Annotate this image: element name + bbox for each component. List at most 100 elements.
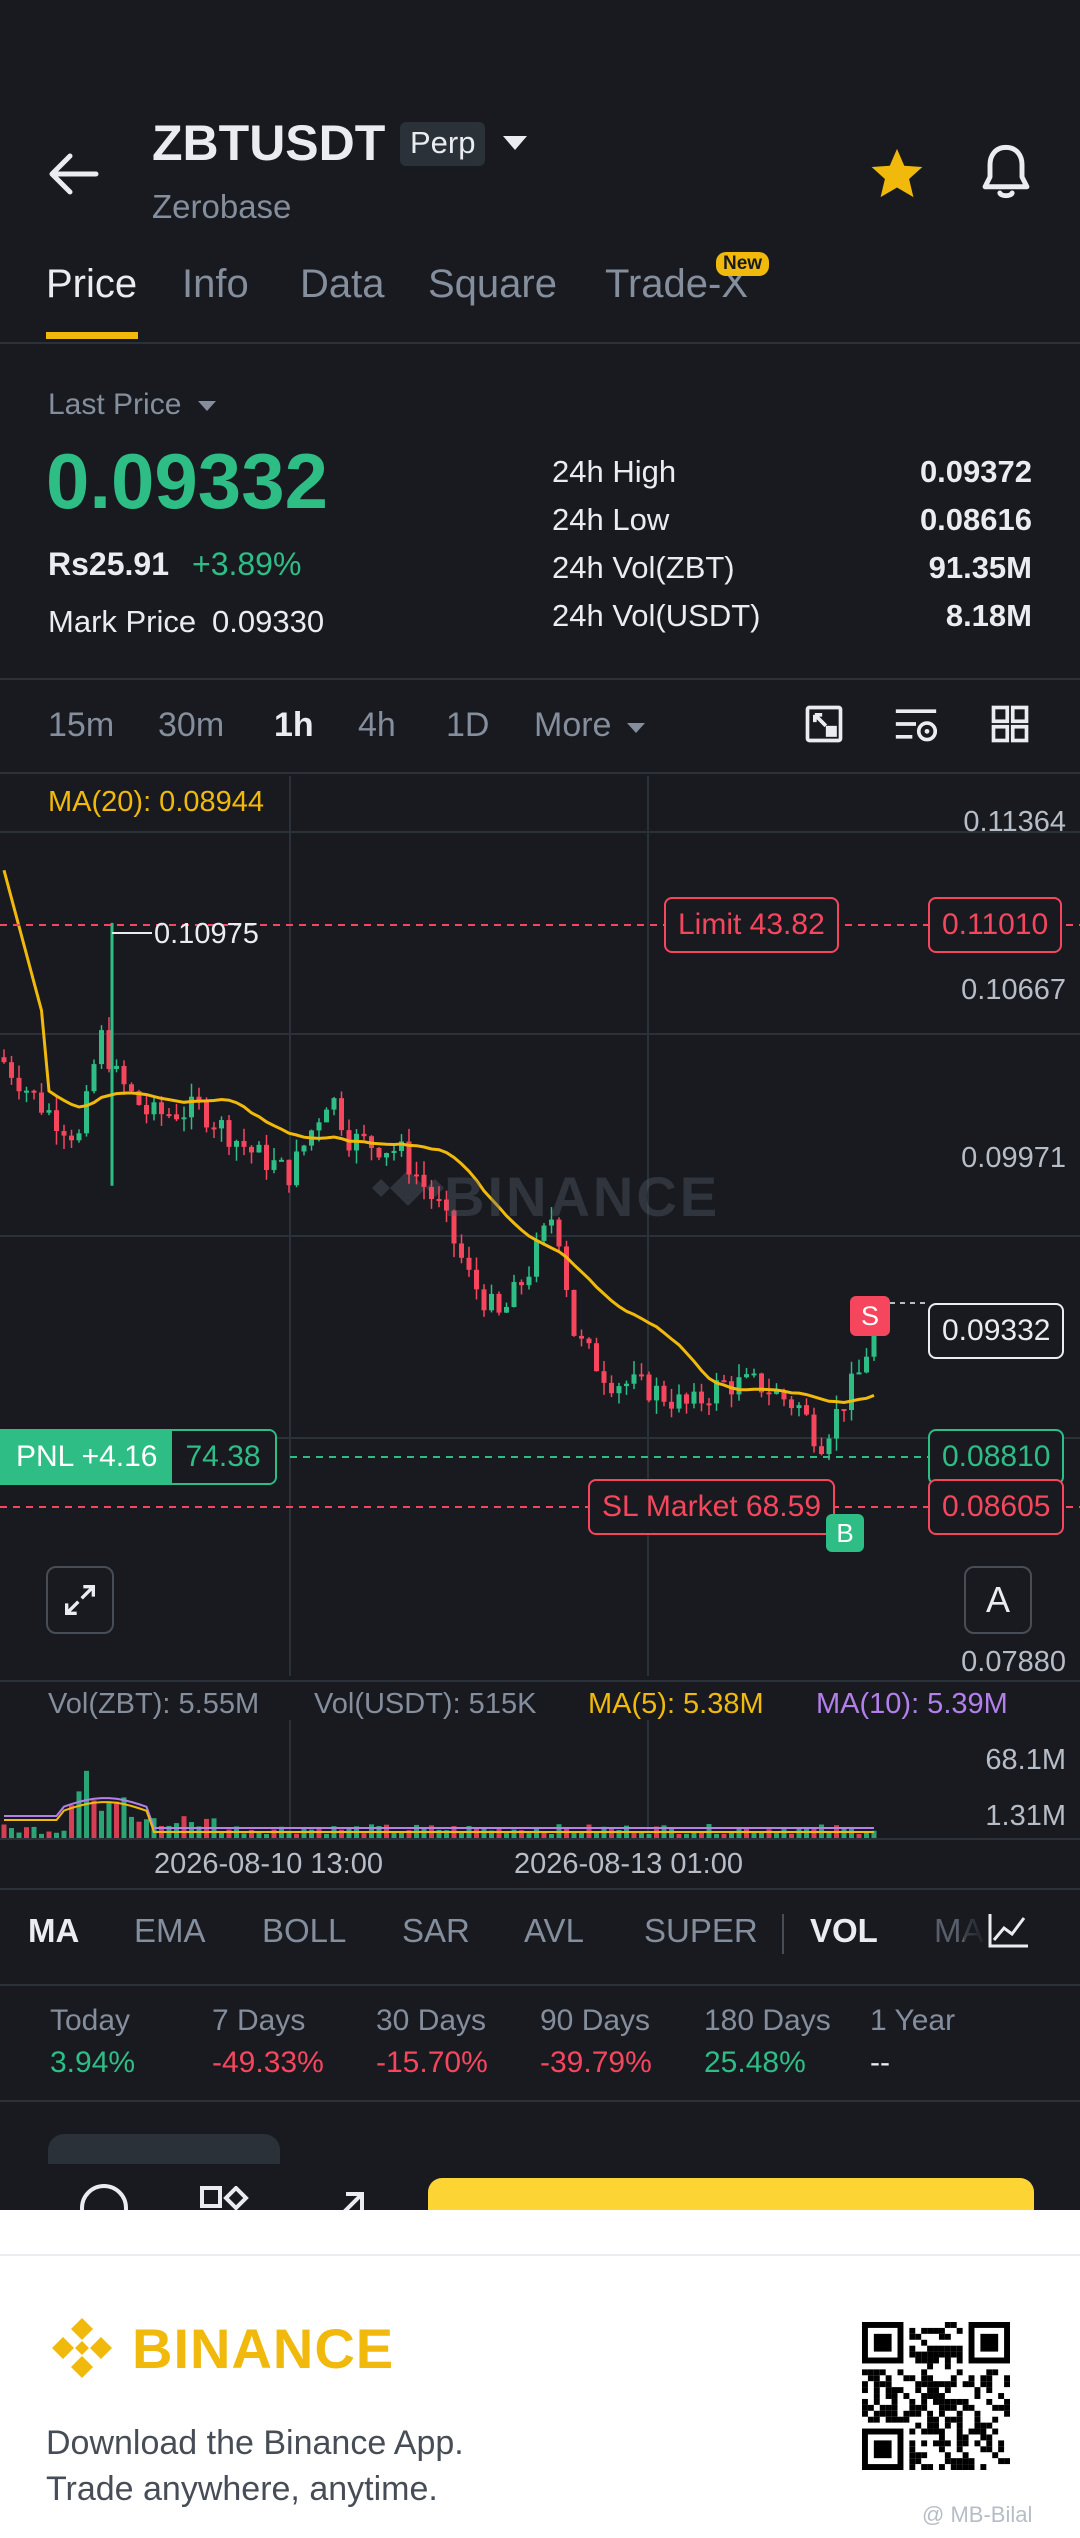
indicator-vol[interactable]: VOL	[810, 1912, 878, 1950]
timeframe-4h[interactable]: 4h	[358, 706, 396, 745]
qr-module	[862, 2387, 868, 2394]
back-arrow-icon[interactable]	[44, 148, 104, 200]
candle-body	[751, 1373, 757, 1376]
volume-bar	[796, 1828, 802, 1838]
candle-body	[286, 1159, 292, 1186]
candle-body	[766, 1392, 772, 1395]
download-qr-code[interactable]	[862, 2322, 1010, 2470]
promo-line-1: Download the Binance App.	[46, 2424, 464, 2462]
candle-body	[54, 1110, 59, 1132]
layout-grid-icon[interactable]	[988, 702, 1032, 746]
candle-body	[841, 1409, 847, 1412]
qr-module	[933, 2327, 939, 2334]
last-price-label[interactable]: Last Price	[48, 388, 218, 422]
qr-module	[867, 2375, 874, 2382]
timeframe-1h[interactable]: 1h	[274, 706, 314, 745]
qr-module	[927, 2351, 934, 2358]
indicator-settings-icon[interactable]	[964, 1900, 1044, 1960]
qr-module	[944, 2345, 951, 2352]
qr-module	[938, 2428, 945, 2435]
indicator-sar[interactable]: SAR	[402, 1912, 470, 1950]
tab-square[interactable]: Square	[428, 262, 557, 307]
tabs-divider	[0, 342, 1080, 344]
timeframe-more[interactable]: More	[534, 706, 647, 745]
search-icon[interactable]	[76, 2180, 132, 2210]
qr-module	[944, 2322, 951, 2328]
candle-body	[151, 1102, 157, 1115]
pnl-tag[interactable]: PNL +4.16 74.38	[0, 1429, 277, 1485]
qr-module	[998, 2393, 1005, 2399]
timeframe-15m[interactable]: 15m	[48, 706, 114, 745]
qr-module	[998, 2404, 1005, 2411]
qr-module	[915, 2381, 922, 2388]
qr-module	[950, 2458, 957, 2465]
symbol-dropdown-icon[interactable]	[500, 132, 530, 154]
qr-module	[933, 2398, 939, 2405]
qr-module	[956, 2351, 963, 2358]
chart-settings-icon[interactable]	[892, 702, 940, 746]
last-price-label-text: Last Price	[48, 388, 182, 421]
candle-body	[99, 1030, 104, 1065]
candle-body	[294, 1151, 299, 1186]
candle-body	[234, 1140, 239, 1147]
qr-module	[962, 2464, 969, 2470]
qr-module	[885, 2375, 892, 2382]
tab-info[interactable]: Info	[182, 262, 249, 307]
volume-bar	[9, 1828, 14, 1838]
timeframe-1d[interactable]: 1D	[446, 706, 489, 745]
stat-24h-vol-usdt-value: 8.18M	[945, 598, 1032, 633]
qr-module	[938, 2327, 945, 2334]
grid-icon[interactable]	[200, 2186, 250, 2210]
qr-module	[885, 2416, 892, 2423]
qr-module	[927, 2327, 934, 2334]
timeframe-30m[interactable]: 30m	[158, 706, 224, 745]
candle-body	[579, 1335, 584, 1339]
tab-price[interactable]: Price	[46, 262, 137, 307]
auto-scale-button[interactable]: A	[964, 1566, 1032, 1634]
candle-body	[796, 1405, 802, 1409]
fullscreen-icon[interactable]	[46, 1566, 114, 1634]
candle-body	[834, 1409, 839, 1439]
qr-module	[938, 2404, 945, 2411]
qr-module	[956, 2458, 963, 2465]
indicator-ma[interactable]: MA	[28, 1912, 79, 1950]
sl-order-tag[interactable]: SL Market 68.59	[588, 1479, 836, 1535]
qr-module	[891, 2410, 898, 2417]
stat-24h-high-label: 24h High	[552, 454, 677, 489]
qr-module	[903, 2375, 910, 2382]
qr-module	[944, 2416, 951, 2423]
qr-module	[956, 2345, 963, 2352]
qr-module	[938, 2410, 945, 2417]
qr-module	[950, 2398, 957, 2405]
qr-module	[962, 2381, 969, 2388]
symbol-title[interactable]: ZBTUSDT	[152, 114, 385, 172]
qr-module	[974, 2416, 981, 2423]
binance-logo: BINANCE	[44, 2310, 394, 2386]
qr-module	[944, 2363, 951, 2370]
qr-module	[956, 2440, 963, 2447]
buy-marker: B	[826, 1514, 864, 1552]
candle-body	[519, 1282, 524, 1286]
section-divider	[0, 678, 1080, 680]
qr-module	[1004, 2398, 1010, 2405]
candle-body	[241, 1140, 247, 1147]
candle-body	[459, 1243, 464, 1258]
indicator-avl[interactable]: AVL	[524, 1912, 584, 1950]
bell-icon[interactable]	[976, 140, 1036, 204]
share-icon[interactable]	[322, 2188, 372, 2210]
indicator-ema[interactable]: EMA	[134, 1912, 206, 1950]
qr-module	[909, 2404, 916, 2411]
y-tick-2: 0.10667	[961, 974, 1066, 1006]
indicator-super[interactable]: SUPER	[644, 1912, 758, 1950]
qr-module	[998, 2446, 1005, 2453]
limit-order-tag[interactable]: Limit 43.82	[664, 897, 839, 953]
volume-bar	[129, 1816, 134, 1838]
perf-bottom-divider	[0, 2100, 1080, 2102]
qr-module	[927, 2363, 934, 2370]
star-icon[interactable]	[868, 144, 926, 202]
qr-module	[927, 2416, 934, 2423]
tab-data[interactable]: Data	[300, 262, 385, 307]
qr-module	[998, 2440, 1005, 2447]
chart-expand-icon[interactable]	[802, 702, 846, 746]
indicator-boll[interactable]: BOLL	[262, 1912, 346, 1950]
